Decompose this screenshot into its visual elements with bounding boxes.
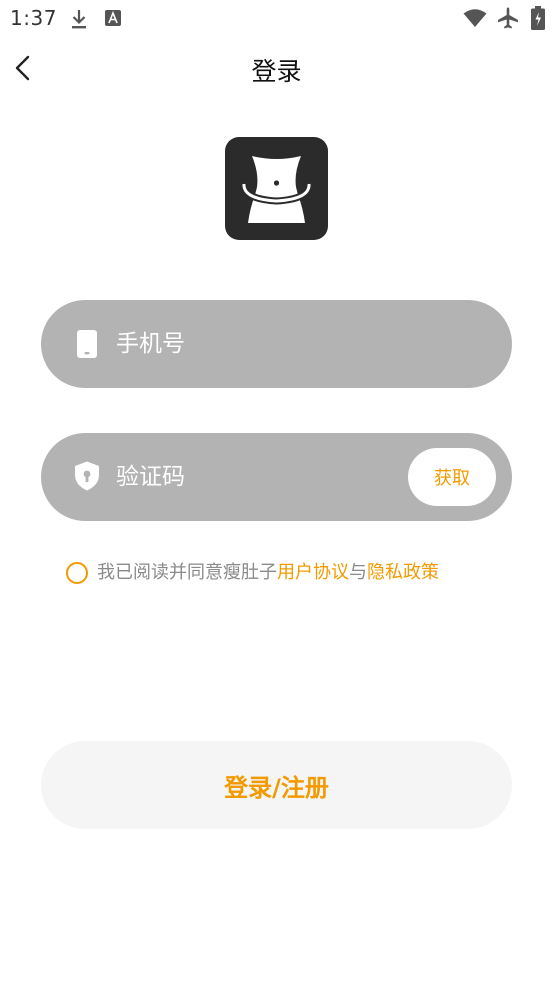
wifi-icon [463, 9, 487, 27]
status-bar: 1:37 [0, 0, 553, 38]
download-icon [72, 10, 86, 29]
page-title: 登录 [251, 57, 302, 86]
verification-code-input[interactable] [116, 457, 386, 497]
waist-measure-logo-icon [240, 156, 313, 223]
agreement-text: 我已阅读并同意瘦肚子用户协议与隐私政策 [97, 560, 439, 586]
privacy-policy-link[interactable]: 隐私政策 [367, 562, 439, 583]
agreement-conjunction: 与 [349, 562, 367, 583]
shield-lock-icon [75, 461, 99, 491]
phone-input[interactable] [116, 324, 396, 364]
get-code-button[interactable]: 获取 [408, 448, 496, 506]
login-register-button[interactable]: 登录/注册 [41, 741, 512, 829]
user-agreement-link[interactable]: 用户协议 [277, 562, 349, 583]
agreement-prefix: 我已阅读并同意瘦肚子 [97, 562, 277, 583]
phone-icon [77, 330, 97, 358]
app-logo [225, 137, 328, 240]
battery-icon [531, 6, 545, 30]
status-time: 1:37 [10, 6, 57, 30]
airplane-icon [498, 7, 518, 29]
a-badge-icon [105, 10, 121, 26]
agreement-checkbox[interactable] [66, 562, 88, 584]
